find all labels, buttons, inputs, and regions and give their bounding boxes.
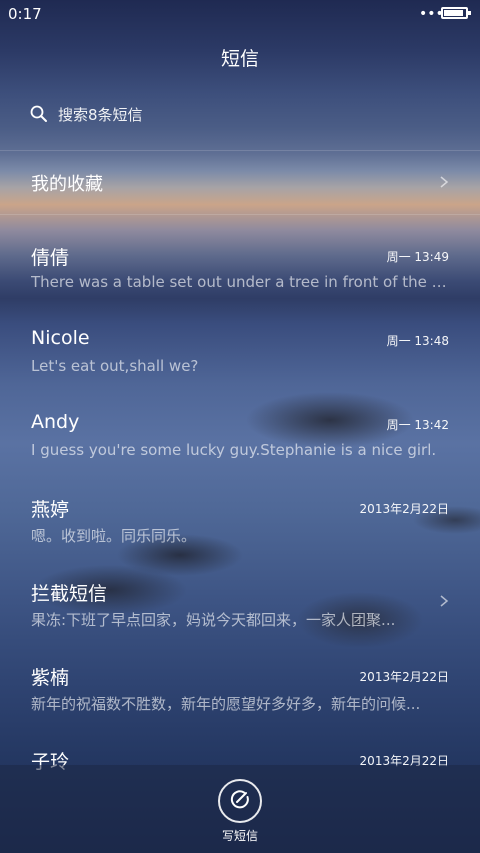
thread-contact-name: Nicole [31,327,90,349]
thread-contact-name: Andy [31,411,80,433]
search-input[interactable]: 搜索8条短信 [58,104,143,125]
chevron-right-icon [438,176,450,188]
thread-preview: I guess you're some lucky guy.Stephanie … [31,441,437,459]
thread-timestamp: 周一 13:42 [386,418,449,432]
thread-preview: 嗯。收到啦。同乐同乐。 [31,527,197,545]
thread-contact-name: 拦截短信 [31,583,108,605]
status-bar: 0:17 ••• [0,0,480,28]
thread-contact-name: 紫楠 [31,667,70,689]
message-thread-row[interactable]: 燕婷 2013年2月22日 嗯。收到啦。同乐同乐。 [0,481,480,565]
battery-icon [441,7,471,19]
divider [0,214,480,215]
message-thread-row[interactable]: Nicole 周一 13:48 Let's eat out,shall we? [0,313,480,397]
thread-preview: There was a table set out under a tree i… [31,273,449,291]
thread-contact-name: 倩倩 [31,247,70,269]
message-thread-row[interactable]: 倩倩 周一 13:49 There was a table set out un… [0,229,480,313]
compose-button[interactable] [218,779,262,823]
favorites-label: 我的收藏 [31,174,103,195]
chevron-right-icon [438,595,450,607]
thread-preview: 新年的祝福数不胜数，新年的愿望好多好多，新年的问候... [31,695,421,713]
blocked-messages-row[interactable]: 拦截短信 果冻:下班了早点回家，妈说今天都回来，一家人团聚... [0,565,480,649]
compose-icon [229,788,251,814]
compose-label: 写短信 [221,829,258,843]
battery-level [444,10,463,16]
search-icon [30,105,48,123]
message-thread-row[interactable]: Andy 周一 13:42 I guess you're some lucky … [0,397,480,481]
favorites-item[interactable]: 我的收藏 [0,150,480,214]
status-time: 0:17 [8,5,42,23]
thread-timestamp: 周一 13:48 [386,334,449,348]
thread-timestamp: 2013年2月22日 [359,670,449,684]
thread-preview: Let's eat out,shall we? [31,357,199,375]
page-title: 短信 [220,48,259,70]
thread-timestamp: 周一 13:49 [386,250,449,264]
thread-timestamp: 2013年2月22日 [359,502,449,516]
message-thread-row[interactable]: 紫楠 2013年2月22日 新年的祝福数不胜数，新年的愿望好多好多，新年的问候.… [0,649,480,733]
search-bar[interactable]: 搜索8条短信 [30,101,430,127]
thread-preview: 果冻:下班了早点回家，妈说今天都回来，一家人团聚... [31,611,396,629]
thread-contact-name: 燕婷 [31,499,70,521]
